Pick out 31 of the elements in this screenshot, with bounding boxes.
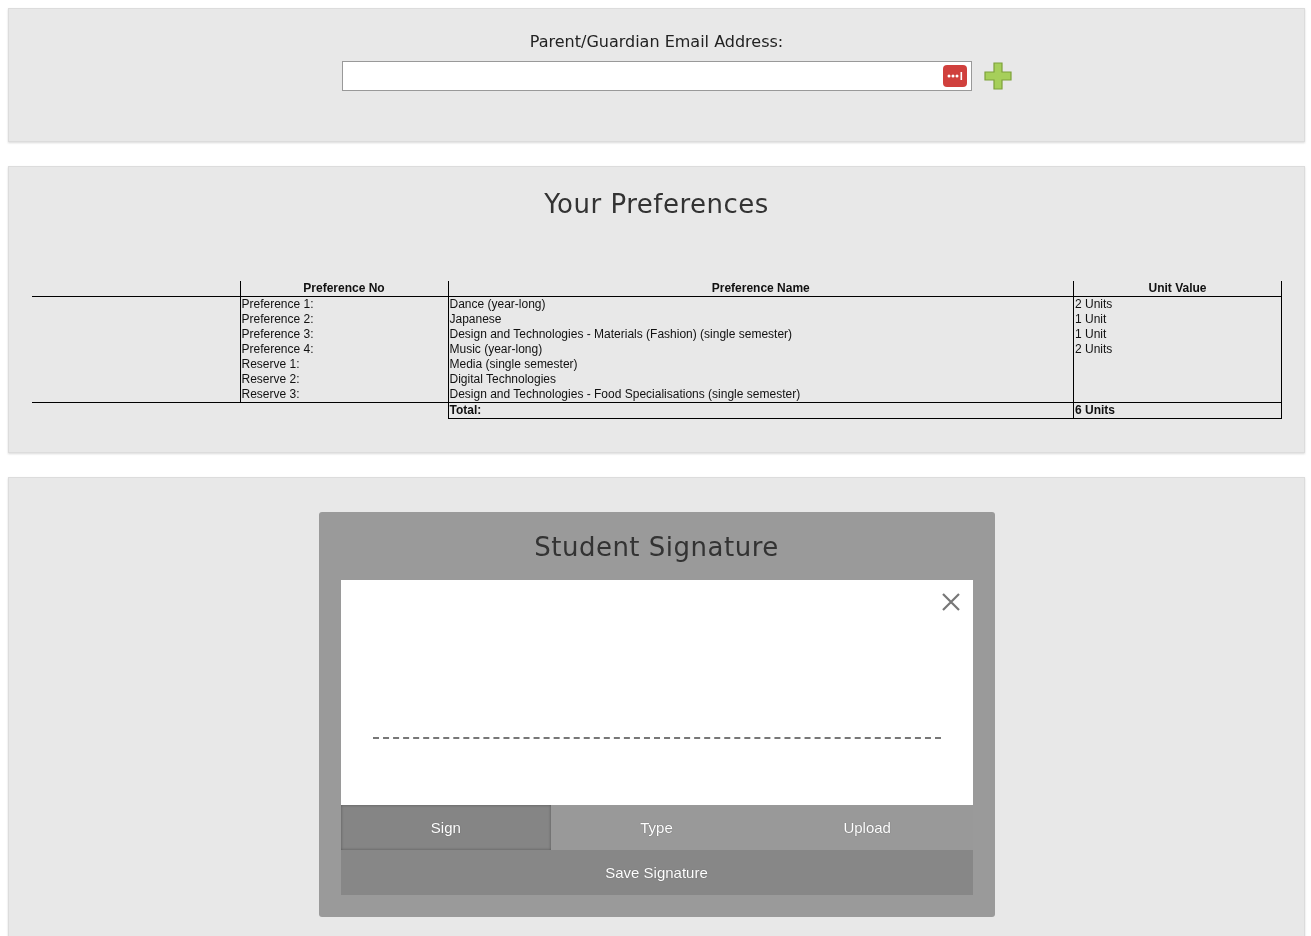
table-cell: Dance (year-long) (448, 296, 1074, 312)
table-cell: Reserve 3: (240, 387, 448, 403)
table-cell: 2 Units (1073, 342, 1282, 357)
table-cell: Design and Technologies - Food Specialisations (single semester) (448, 387, 1074, 403)
table-cell: Music (year-long) (448, 342, 1074, 357)
signature-tab[interactable]: Sign (340, 805, 552, 850)
table-cell: Preference 4: (240, 342, 448, 357)
password-manager-icon[interactable] (942, 65, 967, 87)
email-label: Parent/Guardian Email Address: (529, 32, 784, 51)
table-cell: Digital Technologies (448, 372, 1074, 387)
table-cell: Media (single semester) (448, 357, 1074, 372)
email-field[interactable] (341, 61, 972, 91)
section-title: Your Preferences (543, 189, 770, 219)
table-cell: Preference 2: (240, 312, 448, 327)
table-cell: Reserve 1: (240, 357, 448, 372)
save-signature-button[interactable]: Save Signature (340, 850, 973, 895)
table-cell: Preference 1: (240, 296, 448, 312)
table-cell: 2 Units (1073, 296, 1282, 312)
close-icon[interactable] (940, 592, 961, 612)
signature-title: Student Signature (533, 532, 780, 564)
table-cell: Reserve 2: (240, 372, 448, 387)
table-cell: Japanese (448, 312, 1074, 327)
column-header: Preference No (240, 281, 448, 297)
table-cell: Total: (448, 402, 1074, 419)
table-cell: 1 Unit (1073, 327, 1282, 342)
table-cell: 1 Unit (1073, 312, 1282, 327)
table-cell: Design and Technologies - Materials (Fashion) (single semester) (448, 327, 1074, 342)
column-header: Unit Value (1073, 281, 1282, 297)
table-cell: Preference 3: (240, 327, 448, 342)
table-cell: 6 Units (1073, 402, 1282, 419)
column-header: Preference Name (448, 281, 1074, 297)
